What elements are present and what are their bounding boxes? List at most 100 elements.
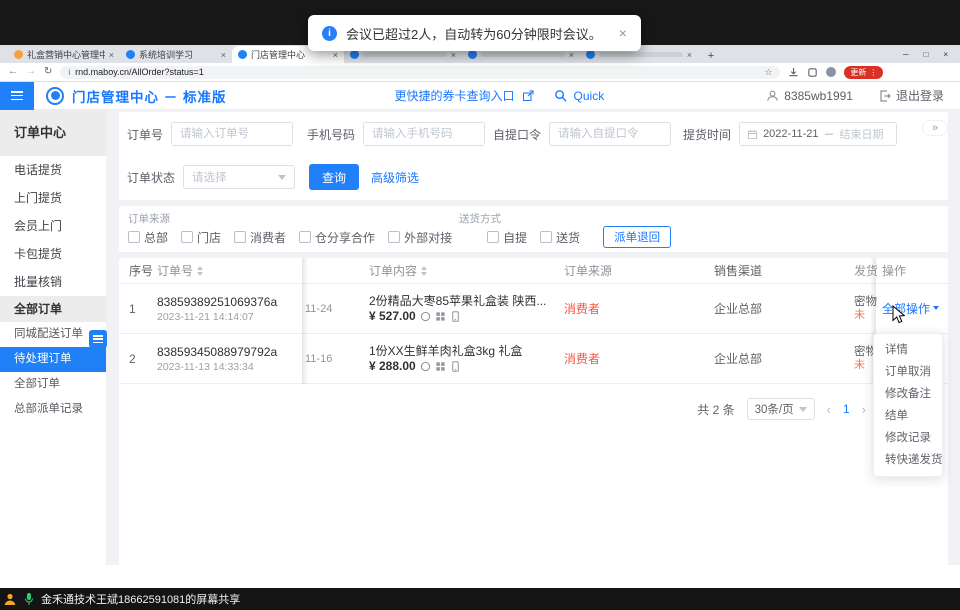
browser-tab-gift-center[interactable]: 礼盒营销中心管理中心 × <box>8 46 120 63</box>
sort-icon[interactable] <box>421 266 427 276</box>
checkbox-consumer[interactable]: 消费者 <box>234 229 286 246</box>
checkbox-hq[interactable]: 总部 <box>128 229 168 246</box>
menu-item-close-order[interactable]: 结单 <box>874 405 942 427</box>
checkbox-icon <box>487 231 499 243</box>
sidebar-item-pending-orders[interactable]: 待处理订单 <box>0 347 106 372</box>
menu-item-edit-note[interactable]: 修改备注 <box>874 383 942 405</box>
checkbox-label: 自提 <box>503 229 527 246</box>
quick-search-label[interactable]: Quick <box>574 89 605 103</box>
date-start-value[interactable]: 2022-11-21 <box>763 128 818 140</box>
col-header-content[interactable]: 订单内容 <box>369 262 564 279</box>
sidebar-item-batch-verify[interactable]: 批量核销 <box>0 268 106 296</box>
browser-menu-kebab-icon[interactable]: ⋮ <box>869 68 877 77</box>
window-minimize-icon[interactable]: ─ <box>903 50 909 59</box>
site-info-icon[interactable]: i <box>68 68 70 77</box>
col-header-order-no[interactable]: 订单号 <box>157 262 302 279</box>
bookmark-star-icon[interactable]: ☆ <box>764 67 772 78</box>
pickup-code-input[interactable] <box>549 122 671 146</box>
tab-close-icon[interactable]: × <box>333 50 338 60</box>
checkbox-warehouse-share[interactable]: 仓分享合作 <box>299 229 375 246</box>
panel-collapse-button[interactable]: » <box>922 120 948 136</box>
order-number: 83859345088979792a <box>157 344 302 360</box>
sidebar-item-door-pickup[interactable]: 上门提货 <box>0 184 106 212</box>
mouse-cursor <box>892 305 906 325</box>
url-field[interactable]: i rnd.maboy.cn/AllOrder?status=1 ☆ <box>60 66 780 79</box>
miniprogram-grid-icon <box>435 361 446 372</box>
sidebar-group-order-center[interactable]: 订单中心 <box>0 110 106 156</box>
tab-close-icon[interactable]: × <box>109 50 114 60</box>
advanced-filter-link[interactable]: 高级筛选 <box>371 169 419 186</box>
page-size-select[interactable]: 30条/页 <box>747 398 815 420</box>
order-status-select[interactable]: 请选择 <box>183 165 295 189</box>
phone-input[interactable] <box>363 122 485 146</box>
new-tab-button[interactable]: + <box>704 48 718 63</box>
info-icon: i <box>322 26 337 41</box>
extensions-icon[interactable] <box>807 67 818 78</box>
sidebar-expand-handle[interactable] <box>89 330 107 348</box>
tab-close-icon[interactable]: × <box>687 50 692 60</box>
next-page-button[interactable]: › <box>862 402 866 417</box>
menu-item-edit-history[interactable]: 修改记录 <box>874 427 942 449</box>
order-no-input[interactable] <box>171 122 293 146</box>
row-actions-dropdown-trigger[interactable]: 全部操作 <box>882 300 939 317</box>
checkbox-self-pickup[interactable]: 自提 <box>487 229 527 246</box>
table-header-row: 序号 订单号 订单内容 订单来源 销售渠道 发货 操作 <box>119 258 948 284</box>
browser-tab-training[interactable]: 系统培训学习 × <box>120 46 232 63</box>
checkbox-delivery[interactable]: 送货 <box>540 229 580 246</box>
cell-clipped-date: 11-24 <box>302 303 369 315</box>
tab-close-icon[interactable]: × <box>451 50 456 60</box>
username[interactable]: 8385wb1991 <box>784 89 853 103</box>
tab-close-icon[interactable]: × <box>569 50 574 60</box>
date-end-placeholder[interactable]: 结束日期 <box>840 126 884 142</box>
menu-item-express-ship[interactable]: 转快递发货 <box>874 449 942 471</box>
sidebar-item-member-visit[interactable]: 会员上门 <box>0 212 106 240</box>
sidebar-item-card-pickup[interactable]: 卡包提货 <box>0 240 106 268</box>
sidebar-item-phone-pickup[interactable]: 电话提货 <box>0 156 106 184</box>
dispatch-return-button[interactable]: 派单退回 <box>603 226 671 248</box>
tab-close-icon[interactable]: × <box>221 50 226 60</box>
checkbox-store[interactable]: 门店 <box>181 229 221 246</box>
logout-button[interactable]: 退出登录 <box>896 87 944 104</box>
circle-badge-icon <box>420 311 431 322</box>
menu-item-cancel-order[interactable]: 订单取消 <box>874 361 942 383</box>
toast-close-icon[interactable]: × <box>619 25 627 41</box>
tab-favicon <box>126 50 135 59</box>
order-row-2[interactable]: 2 83859345088979792a 2023-11-13 14:33:34… <box>119 334 948 384</box>
order-row-1[interactable]: 1 83859389251069376a 2023-11-21 14:14:07… <box>119 284 948 334</box>
reload-icon[interactable]: ↻ <box>44 67 52 77</box>
sidebar-group-all-orders[interactable]: 全部订单 <box>0 296 106 322</box>
app-header: 门店管理中心 － 标准版 更快捷的券卡查询入口 Quick 8385wb1991… <box>0 82 960 110</box>
cell-ship-status: 密物 未 <box>854 295 878 322</box>
window-close-icon[interactable]: × <box>943 50 948 59</box>
search-icon[interactable] <box>554 89 567 102</box>
sidebar-toggle-button[interactable] <box>0 82 34 110</box>
window-maximize-icon[interactable]: □ <box>923 50 928 59</box>
cell-content: 1份XX生鲜羊肉礼盒3kg 礼盒 ¥ 288.00 <box>369 343 564 374</box>
logout-icon[interactable] <box>879 90 891 102</box>
checkbox-external[interactable]: 外部对接 <box>388 229 452 246</box>
external-link-icon[interactable] <box>522 90 534 102</box>
menu-item-detail[interactable]: 详情 <box>874 339 942 361</box>
forward-icon[interactable]: → <box>26 67 36 77</box>
date-range-picker[interactable]: 2022-11-21 － 结束日期 <box>739 122 897 146</box>
sort-icon[interactable] <box>197 266 203 276</box>
cell-order-no: 83859389251069376a 2023-11-21 14:14:07 <box>157 294 302 324</box>
order-price: ¥ 288.00 <box>369 359 416 374</box>
cell-content: 2份精品大枣85苹果礼盒装 陕西... ¥ 527.00 <box>369 293 564 324</box>
browser-profile-avatar[interactable] <box>826 67 836 77</box>
microphone-icon[interactable] <box>23 592 35 606</box>
search-button[interactable]: 查询 <box>309 164 359 190</box>
back-icon[interactable]: ← <box>8 67 18 77</box>
current-page[interactable]: 1 <box>843 402 850 416</box>
col-header-action: 操作 <box>878 262 948 279</box>
phone-icon <box>450 311 461 322</box>
download-icon[interactable] <box>788 67 799 78</box>
browser-update-button[interactable]: 更新 ⋮ <box>844 66 883 79</box>
prev-page-button[interactable]: ‹ <box>827 402 831 417</box>
pickup-code-label: 自提口令 <box>493 126 541 143</box>
orders-table-card: 序号 订单号 订单内容 订单来源 销售渠道 发货 操作 <box>119 258 948 565</box>
coupon-query-link[interactable]: 更快捷的券卡查询入口 <box>395 87 515 104</box>
sidebar-item-hq-dispatch-records[interactable]: 总部派单记录 <box>0 397 106 422</box>
checkbox-label: 消费者 <box>250 229 286 246</box>
sidebar-item-all-orders[interactable]: 全部订单 <box>0 372 106 397</box>
